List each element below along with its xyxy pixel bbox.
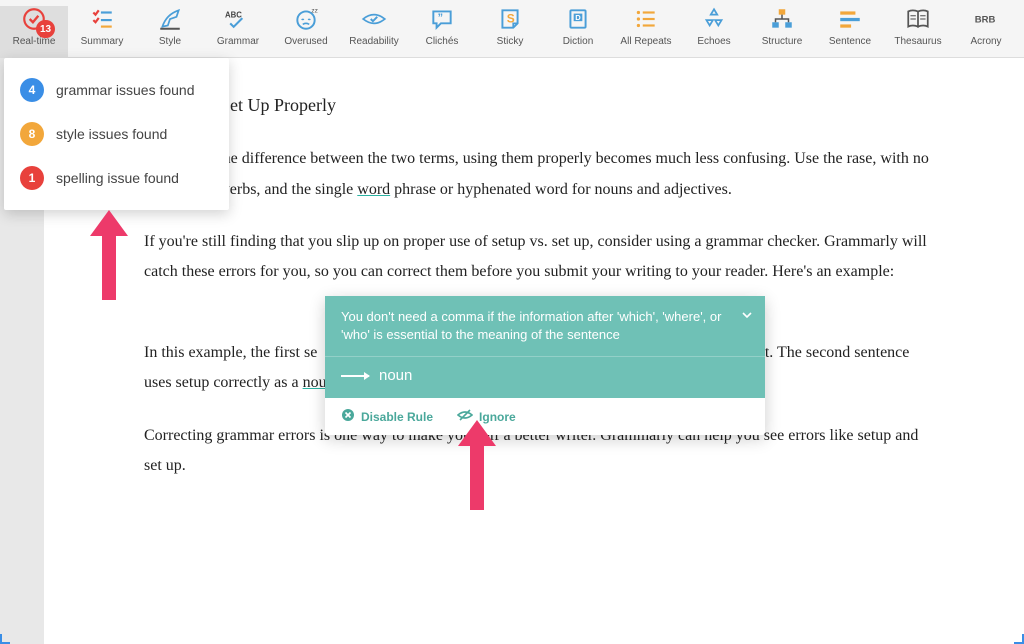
svg-text:zz: zz (311, 8, 318, 15)
tool-cliches[interactable]: ” Clichés (408, 6, 476, 58)
sticky-note-icon: S (497, 6, 523, 32)
tool-all-repeats[interactable]: All Repeats (612, 6, 680, 58)
suggestion-text: noun (379, 367, 412, 384)
tool-label: Thesaurus (894, 36, 941, 47)
count-badge: 8 (20, 122, 44, 146)
dropdown-label: grammar issues found (56, 82, 195, 98)
tool-sentence[interactable]: Sentence (816, 6, 884, 58)
dropdown-label: style issues found (56, 126, 167, 142)
tool-label: Acrony (970, 36, 1001, 47)
tool-label: Real-time (13, 36, 56, 47)
dropdown-item-grammar[interactable]: 4 grammar issues found (4, 68, 229, 112)
bars-icon (837, 6, 863, 32)
tool-label: Clichés (426, 36, 459, 47)
tool-label: Sticky (497, 36, 524, 47)
text: understand the difference between the tw… (144, 150, 843, 167)
tool-summary[interactable]: Summary (68, 6, 136, 58)
quill-icon (157, 6, 183, 32)
tool-label: All Repeats (620, 36, 671, 47)
tooltip-message: You don't need a comma if the informatio… (325, 296, 765, 356)
dropdown-label: spelling issue found (56, 170, 179, 186)
svg-text:D: D (575, 13, 581, 22)
tool-label: Sentence (829, 36, 871, 47)
doc-heading: Setup and Set Up Properly (144, 88, 934, 122)
selection-corner-icon (0, 634, 10, 644)
disable-rule-button[interactable]: Disable Rule (341, 408, 433, 425)
tool-realtime[interactable]: Real-time 13 (0, 6, 68, 58)
tool-sticky[interactable]: S Sticky (476, 6, 544, 58)
action-label: Disable Rule (361, 410, 433, 424)
open-book-icon (905, 6, 931, 32)
tooltip-suggestion[interactable]: noun (325, 356, 765, 398)
tool-diction[interactable]: D Diction (544, 6, 612, 58)
realtime-dropdown: 4 grammar issues found 8 style issues fo… (4, 58, 229, 210)
underlined-word[interactable]: word (357, 181, 390, 198)
tool-label: Summary (81, 36, 124, 47)
tool-label: Structure (762, 36, 803, 47)
doc-paragraph: understand the difference between the tw… (144, 144, 934, 205)
tool-label: Overused (284, 36, 327, 47)
tool-label: Echoes (697, 36, 730, 47)
tool-style[interactable]: Style (136, 6, 204, 58)
chevron-down-icon[interactable] (741, 308, 753, 326)
svg-text:BRB: BRB (975, 14, 996, 25)
doc-paragraph: If you're still finding that you slip up… (144, 227, 934, 288)
tool-label: Style (159, 36, 181, 47)
count-badge: 4 (20, 78, 44, 102)
realtime-badge: 13 (36, 20, 55, 38)
svg-text:ABC: ABC (225, 10, 242, 19)
grammar-tooltip: You don't need a comma if the informatio… (325, 296, 765, 435)
annotation-arrow-icon (452, 420, 502, 510)
list-icon (633, 6, 659, 32)
svg-text:S: S (507, 11, 515, 25)
tool-label: Grammar (217, 36, 259, 47)
close-circle-icon (341, 408, 355, 425)
tool-acronym[interactable]: BRB Acrony (952, 6, 1020, 58)
text: In this example, the first se (144, 344, 317, 361)
tool-echoes[interactable]: Echoes (680, 6, 748, 58)
tool-grammar[interactable]: ABC Grammar (204, 6, 272, 58)
tooltip-text: You don't need a comma if the informatio… (341, 309, 721, 342)
tool-overused[interactable]: zz Overused (272, 6, 340, 58)
arrow-right-icon (341, 375, 369, 377)
svg-text:”: ” (438, 12, 443, 24)
selection-corner-icon (1014, 634, 1024, 644)
tool-label: Diction (563, 36, 594, 47)
hierarchy-icon (769, 6, 795, 32)
dictionary-icon: D (565, 6, 591, 32)
eye-check-icon (361, 6, 387, 32)
toolbar: Real-time 13 Summary Style ABC Grammar z… (0, 0, 1024, 58)
tool-label: Readability (349, 36, 398, 47)
dropdown-item-spelling[interactable]: 1 spelling issue found (4, 156, 229, 200)
checklist-icon (89, 6, 115, 32)
dropdown-item-style[interactable]: 8 style issues found (4, 112, 229, 156)
recycle-icon (701, 6, 727, 32)
tool-structure[interactable]: Structure (748, 6, 816, 58)
brb-icon: BRB (973, 6, 999, 32)
text: phrase or hyphenated word for nouns and … (390, 181, 732, 198)
tool-thesaurus[interactable]: Thesaurus (884, 6, 952, 58)
abc-check-icon: ABC (225, 6, 251, 32)
count-badge: 1 (20, 166, 44, 190)
annotation-arrow-icon (84, 210, 134, 300)
quote-bubble-icon: ” (429, 6, 455, 32)
tool-readability[interactable]: Readability (340, 6, 408, 58)
tooltip-actions: Disable Rule Ignore (325, 398, 765, 435)
sleepy-face-icon: zz (293, 6, 319, 32)
